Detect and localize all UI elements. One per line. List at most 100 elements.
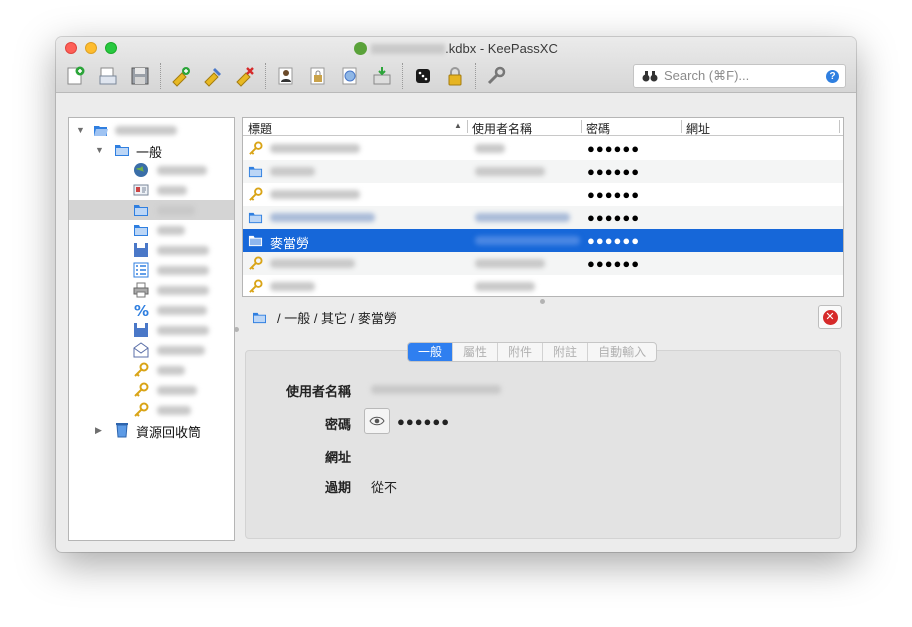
save-database-icon: [131, 67, 149, 85]
redacted-group-name: [157, 226, 185, 235]
toolbar-separator: [402, 63, 403, 89]
column-header-title[interactable]: 標題: [248, 120, 272, 137]
save-database-button[interactable]: [128, 64, 152, 88]
tree-subgroup[interactable]: %: [69, 300, 234, 320]
table-row[interactable]: ●●●●●●: [243, 206, 843, 229]
table-row-selected[interactable]: 麥當勞 ●●●●●●: [243, 229, 843, 252]
redacted-group-name: [157, 246, 209, 255]
toolbar-separator: [265, 63, 266, 89]
column-header-password[interactable]: 密碼: [586, 120, 610, 137]
tree-group-general[interactable]: ▼ 一般: [69, 140, 234, 160]
table-row[interactable]: ●●●●●●: [243, 137, 843, 160]
password-mask: ●●●●●●: [587, 141, 641, 156]
tree-entry[interactable]: [69, 400, 234, 420]
copy-url-button[interactable]: [338, 64, 362, 88]
tree-subgroup[interactable]: [69, 220, 234, 240]
redacted-group-name: [157, 346, 205, 355]
close-preview-button[interactable]: ✕: [818, 305, 842, 329]
tree-subgroup[interactable]: [69, 320, 234, 340]
redacted-username: [475, 259, 545, 268]
search-field[interactable]: Search (⌘F)... ?: [633, 64, 846, 88]
edit-entry-button[interactable]: [201, 64, 225, 88]
open-database-button[interactable]: [96, 64, 120, 88]
password-generator-button[interactable]: [411, 64, 435, 88]
tab-attributes[interactable]: 屬性: [452, 343, 497, 361]
expand-arrow-icon[interactable]: ▼: [76, 125, 85, 135]
tree-subgroup[interactable]: [69, 240, 234, 260]
eye-icon: [369, 416, 385, 426]
password-mask: ●●●●●●: [587, 187, 641, 202]
search-input[interactable]: Search (⌘F)...: [664, 68, 826, 84]
password-mask: ●●●●●●: [587, 256, 641, 271]
key-icon: [249, 141, 263, 155]
expires-label: 過期: [324, 480, 351, 495]
tree-entry[interactable]: [69, 360, 234, 380]
key-icon: [134, 382, 149, 397]
redacted-group-name: [157, 166, 207, 175]
column-divider[interactable]: [681, 120, 682, 133]
horizontal-splitter-handle[interactable]: [234, 327, 239, 332]
delete-entry-button[interactable]: [233, 64, 257, 88]
redacted-entry-name: [157, 386, 197, 395]
autotype-icon: [373, 67, 391, 85]
tree-subgroup[interactable]: [69, 160, 234, 180]
password-mask: ●●●●●●: [587, 210, 641, 225]
redacted-username: [475, 144, 505, 153]
key-icon: [249, 256, 263, 270]
collapse-arrow-icon[interactable]: ▶: [95, 425, 102, 436]
tab-autotype[interactable]: 自動輸入: [587, 343, 656, 361]
tree-subgroup[interactable]: [69, 180, 234, 200]
settings-button[interactable]: [484, 64, 508, 88]
column-divider[interactable]: [581, 120, 582, 133]
lock-database-button[interactable]: [443, 64, 467, 88]
key-icon: [134, 362, 149, 377]
folder-icon: [134, 205, 148, 216]
redacted-title: [270, 190, 360, 199]
tab-attachments[interactable]: 附件: [497, 343, 542, 361]
selected-entry-title: 麥當勞: [270, 236, 310, 251]
toggle-password-visibility-button[interactable]: [364, 408, 390, 434]
id-card-icon: [133, 184, 149, 196]
vertical-splitter-handle[interactable]: [540, 299, 545, 304]
tab-general[interactable]: 一般: [408, 343, 453, 361]
table-row[interactable]: ●●●●●●: [243, 160, 843, 183]
column-header-username[interactable]: 使用者名稱: [472, 120, 532, 137]
redacted-group-name: [157, 326, 209, 335]
copy-password-button[interactable]: [306, 64, 330, 88]
copy-url-icon: [342, 67, 357, 85]
tree-entry[interactable]: [69, 380, 234, 400]
search-help-icon[interactable]: ?: [826, 69, 839, 83]
column-header-url[interactable]: 網址: [686, 120, 710, 137]
recycle-bin-icon: [116, 423, 128, 438]
sort-ascending-icon: ▲: [454, 121, 462, 130]
tree-subgroup[interactable]: [69, 340, 234, 360]
expand-arrow-icon[interactable]: ▼: [95, 145, 104, 155]
tree-label-general: 一般: [136, 145, 163, 160]
table-row[interactable]: ●●●●●●: [243, 183, 843, 206]
tree-subgroup[interactable]: [69, 280, 234, 300]
tree-recycle-bin[interactable]: ▶ 資源回收筒: [69, 420, 234, 440]
floppy-icon: [134, 243, 148, 257]
new-database-button[interactable]: [64, 64, 88, 88]
edit-entry-icon: [204, 68, 221, 87]
tree-root-row[interactable]: ▼: [69, 120, 234, 140]
table-row[interactable]: ●●●●●●: [243, 252, 843, 275]
redacted-group-name: [157, 266, 209, 275]
tab-notes[interactable]: 附註: [542, 343, 587, 361]
copy-username-icon: [278, 67, 293, 85]
entry-table: 標題 ▲ 使用者名稱 密碼 網址 ●●●●●● ●●●●●● ●●●●●● ●●…: [242, 117, 844, 297]
autotype-button[interactable]: [370, 64, 394, 88]
copy-username-button[interactable]: [274, 64, 298, 88]
folder-icon: [248, 166, 263, 178]
table-row[interactable]: [243, 275, 843, 296]
redacted-entry-name: [157, 406, 191, 415]
column-divider[interactable]: [467, 120, 468, 133]
tree-subgroup[interactable]: [69, 260, 234, 280]
floppy-icon: [134, 323, 148, 337]
tree-subgroup-selected[interactable]: [69, 200, 234, 220]
new-entry-button[interactable]: [169, 64, 193, 88]
key-icon: [134, 402, 149, 417]
group-tree: ▼ ▼ 一般 % ▶ 資源回收筒: [68, 117, 235, 541]
redacted-username: [475, 213, 570, 222]
redacted-title: [270, 259, 355, 268]
